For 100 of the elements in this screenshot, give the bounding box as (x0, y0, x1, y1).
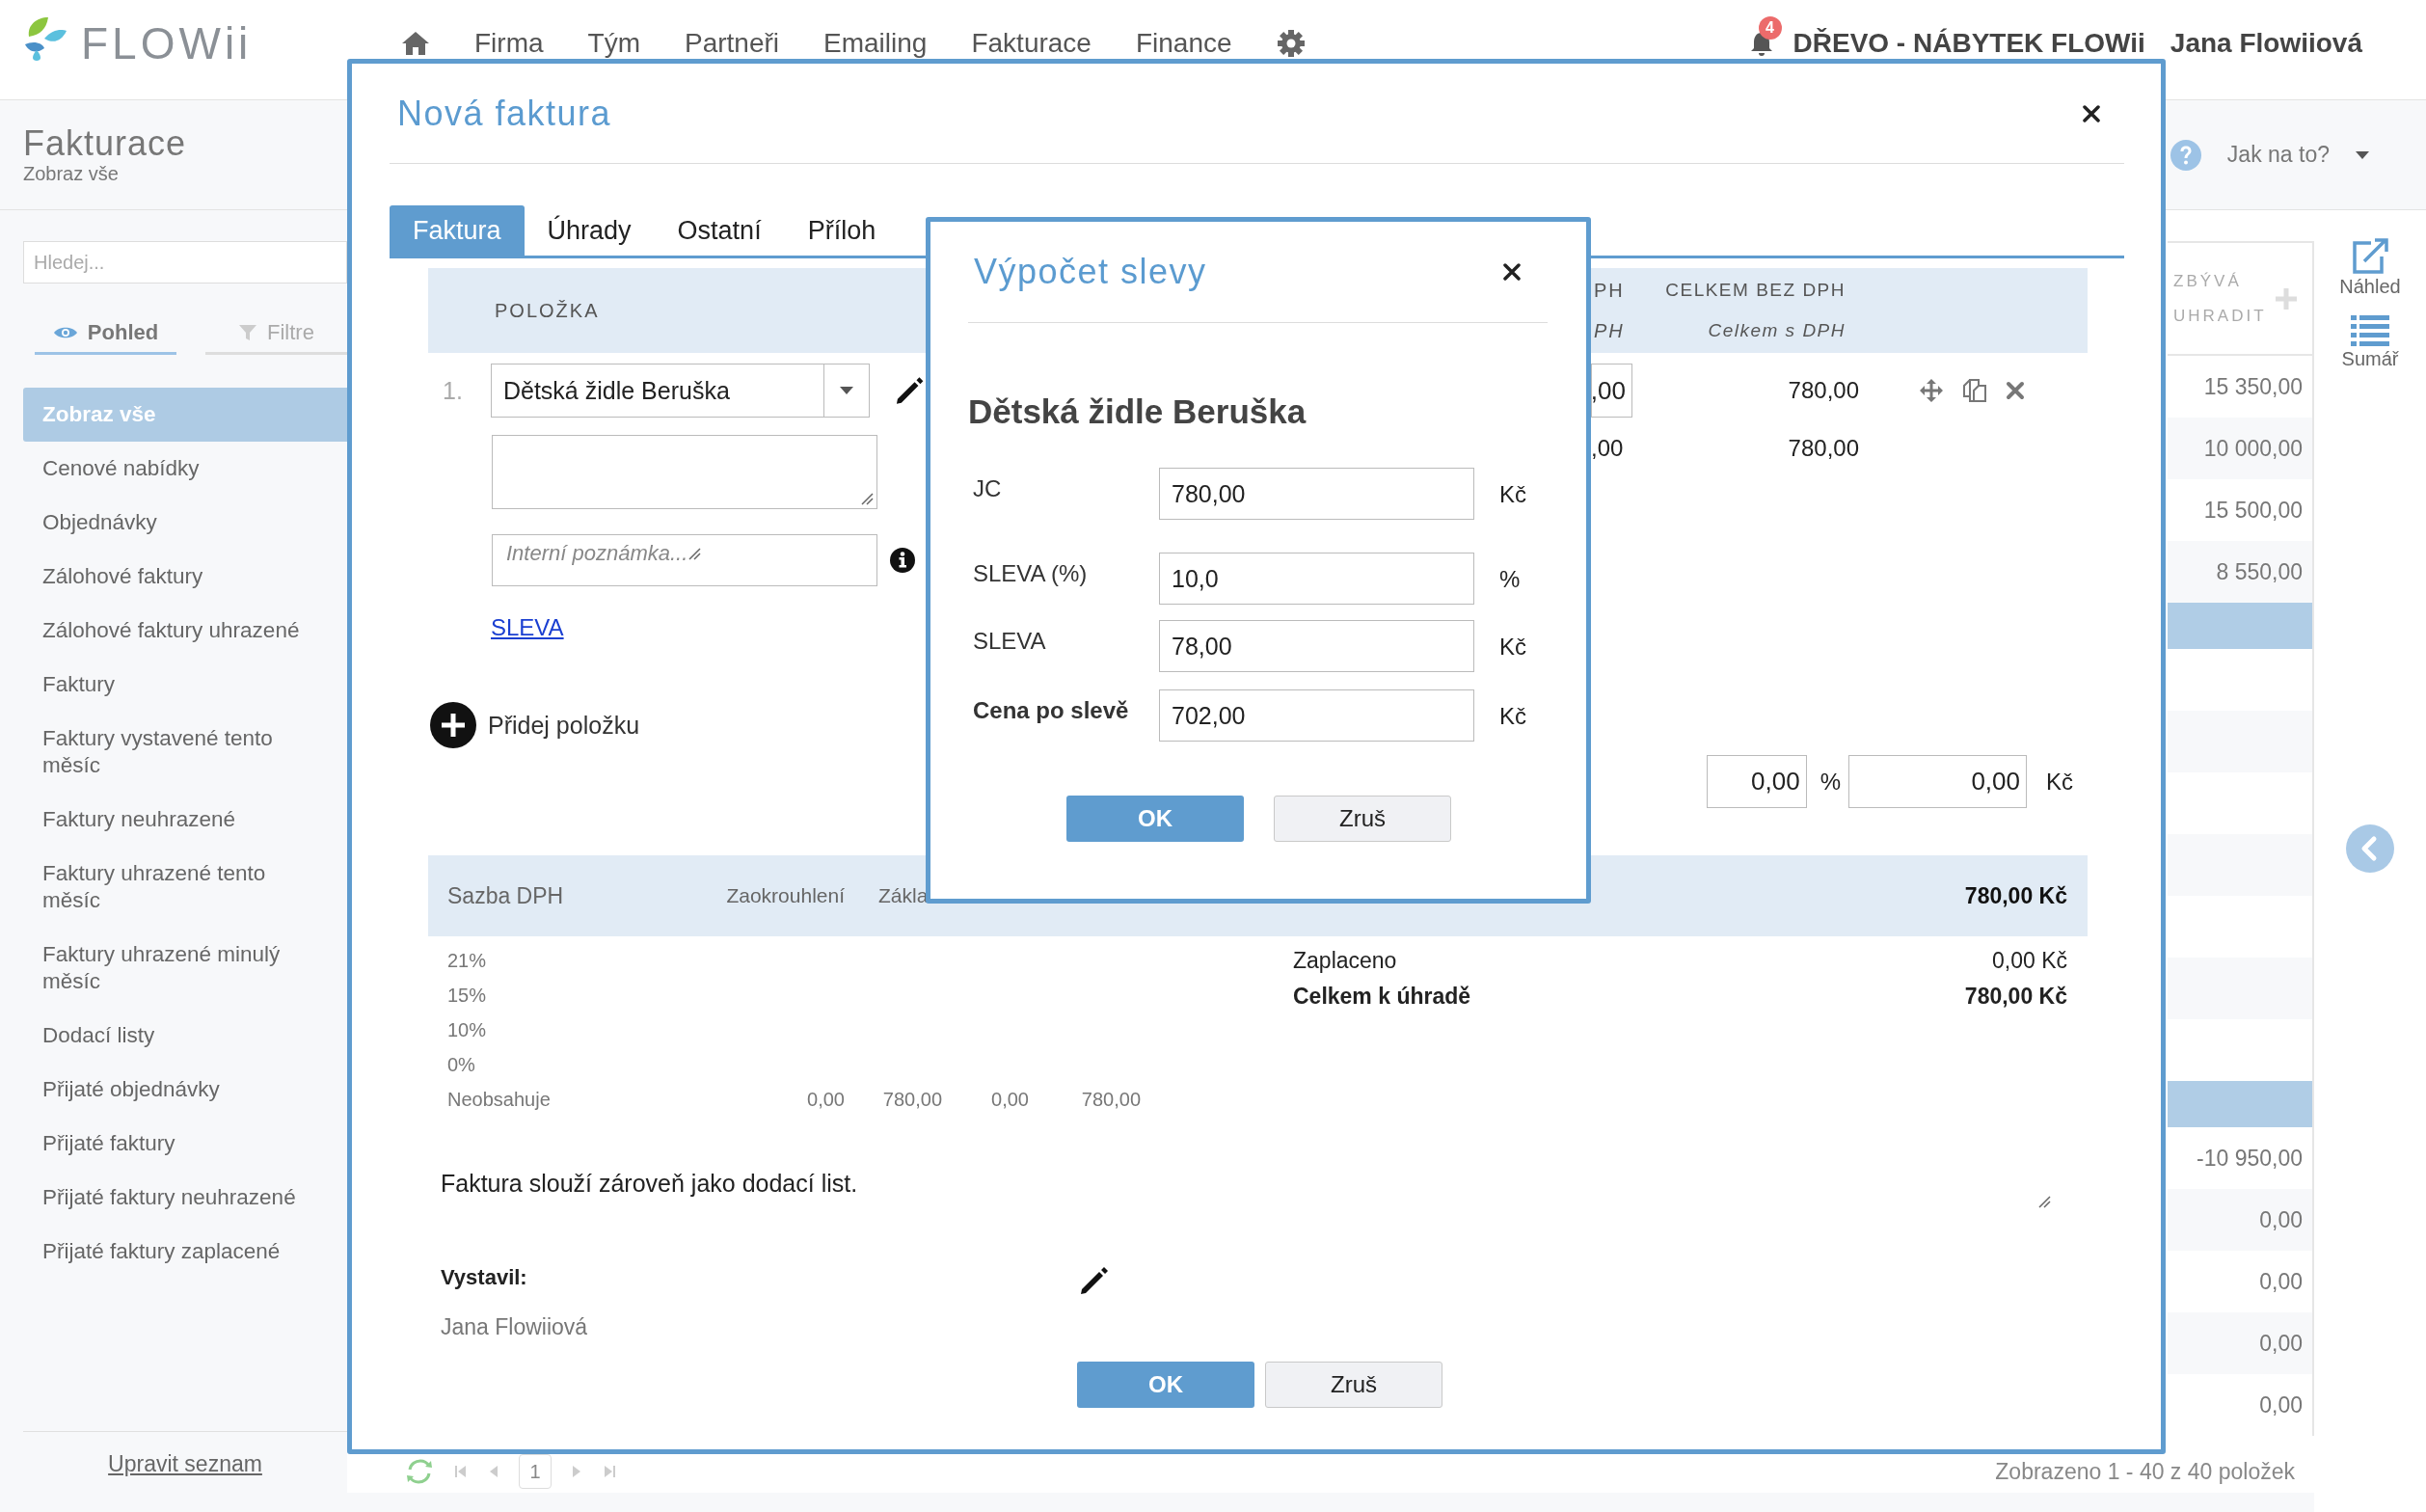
sidebar-item[interactable]: Objednávky (23, 496, 347, 550)
unit-label: Kč (2046, 768, 2073, 796)
help-link[interactable]: Jak na to? (2226, 142, 2330, 168)
sidebar-item[interactable]: Dodací listy (23, 1009, 347, 1063)
sidebar-item[interactable]: Faktury (23, 658, 347, 712)
resize-handle-icon[interactable] (860, 492, 874, 505)
table-row[interactable]: 8 550,00 (2168, 541, 2312, 603)
row-number: 1. (442, 376, 464, 405)
close-icon[interactable] (2083, 104, 2100, 122)
sidebar-item[interactable]: Přijaté faktury (23, 1117, 347, 1171)
discount-percent-field[interactable]: 0,00 (1706, 755, 1807, 808)
cancel-button[interactable]: Zruš (1274, 796, 1451, 842)
search-field[interactable]: Hledej... (23, 241, 347, 284)
home-icon[interactable] (401, 30, 430, 56)
table-row[interactable]: 0,00 (2168, 1374, 2312, 1436)
ok-button[interactable]: OK (1066, 796, 1244, 842)
view-tab[interactable]: Pohled (35, 312, 176, 355)
tab[interactable]: Faktura (390, 205, 525, 256)
add-item-link[interactable]: Přidej položku (488, 711, 640, 740)
table-cell-text: ,00 (1591, 435, 1625, 462)
pencil-icon[interactable] (1078, 1264, 1111, 1297)
sidebar-item[interactable]: Faktury uhrazené minulý měsíc (23, 928, 347, 1009)
nav-link[interactable]: Tým (587, 27, 640, 59)
cancel-button[interactable]: Zruš (1265, 1362, 1442, 1408)
summary-label: Zaplaceno (1293, 948, 1398, 974)
description-field[interactable] (492, 435, 877, 509)
table-row[interactable]: 15 350,00 (2168, 356, 2312, 418)
sidebar-item[interactable]: Faktury uhrazené tento měsíc (23, 847, 347, 928)
discount-amount-field[interactable]: 0,00 (1848, 755, 2027, 808)
column-header: Zaokrouhlení (725, 884, 845, 907)
tool-label[interactable]: Sumář (2341, 348, 2399, 370)
total-amount: 780,00 Kč (1964, 882, 2068, 909)
pagination-status: Zobrazeno 1 - 40 z 40 položek (1995, 1458, 2295, 1485)
table-cell-text: 780,00 (1787, 377, 1859, 404)
external-link-icon[interactable] (2350, 237, 2390, 276)
internal-note-field[interactable]: Interní poznámka... (492, 534, 877, 586)
field-label: SLEVA (%) (972, 559, 1089, 587)
nav-link[interactable]: Fakturace (971, 27, 1092, 59)
delete-icon[interactable] (2006, 381, 2025, 400)
unit-label: % (1499, 565, 1521, 593)
add-icon[interactable] (430, 702, 476, 748)
note-field[interactable]: Faktura slouží zároveň jako dodací list. (441, 1155, 2054, 1211)
list-icon[interactable] (2350, 313, 2390, 348)
sidebar-item[interactable]: Faktury vystavené tento měsíc (23, 712, 347, 793)
table-row[interactable]: 0,00 (2168, 1312, 2312, 1374)
copy-icon[interactable] (1962, 378, 1987, 403)
settings-icon[interactable] (1276, 28, 1306, 58)
nav-link[interactable]: Firma (474, 27, 544, 59)
unit-label: Kč (1499, 633, 1526, 661)
field-label: Cena po slevě (972, 696, 1130, 724)
unit-label: Kč (1499, 702, 1526, 730)
summary-value: 780,00 Kč (1964, 984, 2067, 1010)
info-icon[interactable] (889, 547, 916, 574)
table-cell-text: 0,00 (806, 1088, 845, 1111)
sidebar-item[interactable]: Zálohové faktury (23, 550, 347, 604)
sidebar-item[interactable]: Zálohové faktury uhrazené (23, 604, 347, 658)
edit-list-link[interactable]: Upravit seznam (108, 1451, 262, 1512)
caret-icon[interactable] (2355, 149, 2370, 160)
input-field[interactable]: 78,00 (1159, 620, 1474, 672)
table-row[interactable]: -10 950,00 (2168, 1127, 2312, 1189)
sidebar-item[interactable]: Přijaté faktury zaplacené (23, 1225, 347, 1279)
product-dropdown[interactable]: Dětská židle Beruška (490, 364, 870, 418)
caret-icon[interactable] (838, 386, 854, 395)
dialog-title: Výpočet slevy (973, 252, 1207, 292)
sidebar-item[interactable]: Faktury neuhrazené (23, 793, 347, 847)
vat-rate: 0% (446, 1053, 476, 1076)
close-icon[interactable] (1503, 263, 1521, 281)
table-row[interactable]: 15 500,00 (2168, 479, 2312, 541)
table-cell-text: 0,00 (990, 1088, 1029, 1111)
input-field[interactable]: 702,00 (1159, 689, 1474, 742)
discount-link[interactable]: SLEVA (491, 614, 564, 641)
company-name[interactable]: DŘEVO - NÁBYTEK FLOWii (1793, 27, 2145, 59)
unit-label: Kč (1499, 480, 1526, 508)
sidebar-item[interactable]: Přijaté faktury neuhrazené (23, 1171, 347, 1225)
user-name[interactable]: Jana Flowiiová (2170, 27, 2362, 59)
tab[interactable]: Úhrady (524, 205, 655, 256)
table-row[interactable]: 0,00 (2168, 1189, 2312, 1251)
column-header: CELKEM BEZ DPH (1665, 279, 1846, 302)
tool-label[interactable]: Náhled (2339, 276, 2401, 298)
nav-link[interactable]: Partneři (685, 27, 780, 59)
table-cell-text: 780,00 (1080, 1088, 1141, 1111)
input-field[interactable]: 780,00 (1159, 468, 1474, 520)
column-header: PH (1594, 279, 1626, 303)
number-field[interactable]: ,00 (1591, 364, 1632, 418)
tab[interactable]: Ostatní (654, 205, 785, 256)
nav-link[interactable]: Finance (1135, 27, 1232, 59)
sidebar-item[interactable]: Cenové nabídky (23, 442, 347, 496)
resize-handle-icon[interactable] (2037, 1195, 2051, 1208)
resize-handle-icon[interactable] (687, 547, 702, 560)
table-cell-text: 780,00 (1787, 435, 1859, 462)
table-row[interactable]: 0,00 (2168, 1251, 2312, 1312)
move-icon[interactable] (1919, 378, 1944, 403)
sidebar-item[interactable]: Přijaté objednávky (23, 1063, 347, 1117)
ok-button[interactable]: OK (1077, 1362, 1254, 1408)
tab[interactable]: Příloh (784, 205, 900, 256)
vat-rate: Neobsahuje (446, 1088, 552, 1111)
table-row[interactable]: 10 000,00 (2168, 418, 2312, 479)
input-field[interactable]: 10,0 (1159, 553, 1474, 605)
nav-link[interactable]: Emailing (823, 27, 928, 59)
table-cell-text: 780,00 (881, 1088, 942, 1111)
